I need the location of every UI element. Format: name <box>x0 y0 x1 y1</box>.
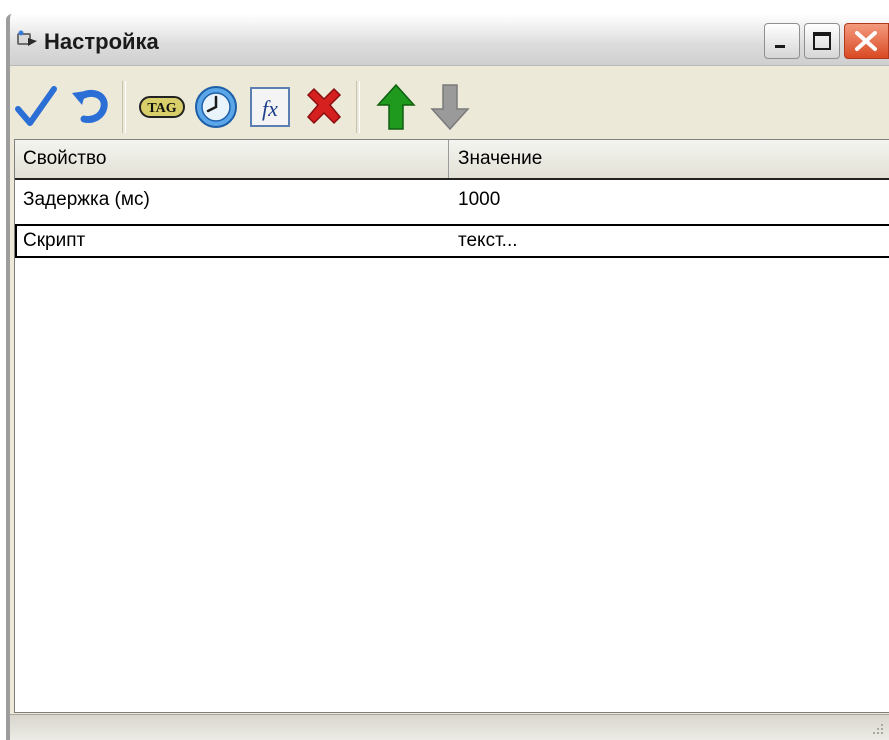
minimize-button[interactable] <box>764 23 800 59</box>
tag-icon: TAG <box>139 96 185 118</box>
arrow-up-icon <box>376 83 416 130</box>
apply-button[interactable] <box>10 79 62 135</box>
toolbar-separator <box>356 81 360 133</box>
delete-icon <box>306 87 342 125</box>
property-value[interactable]: текст... <box>450 226 889 256</box>
grid-header: Свойство Значение <box>15 140 889 180</box>
property-value[interactable]: 1000 <box>450 181 889 219</box>
property-grid: Свойство Значение Задержка (мс) 1000 Скр… <box>14 139 889 713</box>
timer-button[interactable] <box>190 79 242 135</box>
minimize-icon <box>775 45 785 48</box>
clock-icon <box>195 86 237 128</box>
maximize-button[interactable] <box>804 23 840 59</box>
tag-button[interactable]: TAG <box>136 79 188 135</box>
undo-icon <box>72 89 108 123</box>
toolbar-separator <box>122 81 126 133</box>
resize-grip-icon[interactable] <box>871 722 885 736</box>
function-button[interactable]: fx <box>244 79 296 135</box>
property-name: Задержка (мс) <box>23 189 150 210</box>
table-row-selected[interactable]: Скрипт текст... <box>15 224 889 258</box>
move-down-button[interactable] <box>424 79 476 135</box>
maximize-icon <box>813 32 831 50</box>
move-up-button[interactable] <box>370 79 422 135</box>
table-row[interactable]: Задержка (мс) 1000 <box>15 181 889 219</box>
close-button[interactable] <box>844 23 889 59</box>
delete-button[interactable] <box>298 79 350 135</box>
settings-window: Настройка TAG fx Свойство Значение Задер… <box>6 14 889 740</box>
checkmark-icon <box>15 86 57 126</box>
close-icon <box>855 31 877 51</box>
column-header-property[interactable]: Свойство <box>15 140 449 178</box>
window-title: Настройка <box>44 29 159 54</box>
svg-text:TAG: TAG <box>147 101 176 116</box>
property-name: Скрипт <box>23 230 86 251</box>
status-bar <box>10 714 889 740</box>
column-header-value[interactable]: Значение <box>450 140 889 178</box>
function-icon: fx <box>250 87 290 127</box>
title-bar[interactable]: Настройка <box>10 14 889 66</box>
arrow-down-icon <box>430 84 470 131</box>
svg-text:fx: fx <box>262 96 278 121</box>
undo-button[interactable] <box>64 79 116 135</box>
app-icon <box>16 30 38 50</box>
